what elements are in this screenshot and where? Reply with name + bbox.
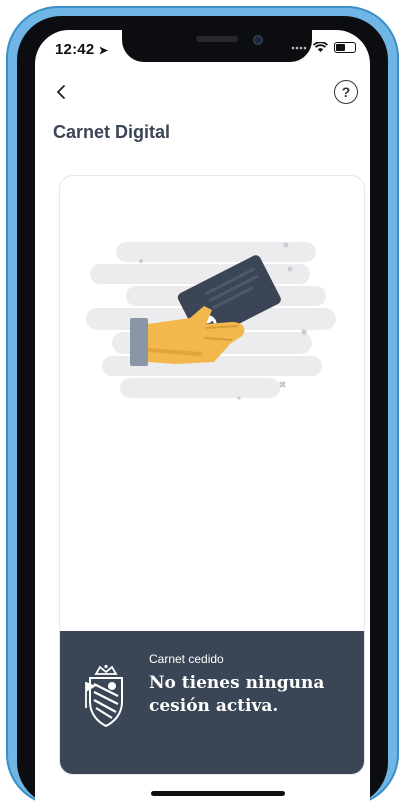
signal-dots-icon [291,46,307,49]
transfer-info-panel: Carnet cedido No tienes ninguna cesión a… [60,631,364,774]
top-bar: ? [35,76,370,108]
page-title: Carnet Digital [53,122,171,142]
status-time: 12:42 ➤ [55,41,109,58]
home-indicator[interactable] [151,791,285,796]
front-camera [253,35,263,45]
back-button[interactable] [49,79,73,105]
club-crest-icon [85,664,123,728]
phone-frame: 12:42 ➤ ? Carnet Digital Carnet cedido N… [0,0,405,806]
help-icon: ? [341,84,351,100]
location-arrow-icon: ➤ [98,45,109,57]
digital-card-panel: Carnet cedido No tienes ninguna cesión a… [59,175,365,775]
wifi-icon [313,42,328,52]
device-notch [122,30,312,62]
transfer-message: No tienes ninguna cesión activa. [149,673,325,716]
chevron-left-icon [56,85,65,99]
app-screen: 12:42 ➤ ? Carnet Digital Carnet cedido N… [35,30,370,806]
help-button[interactable]: ? [334,80,358,104]
status-icons [291,42,356,53]
speaker-grille [196,36,238,42]
transfer-label: Carnet cedido [149,652,224,666]
hand-card-illustration [86,242,336,400]
battery-icon [334,42,356,53]
